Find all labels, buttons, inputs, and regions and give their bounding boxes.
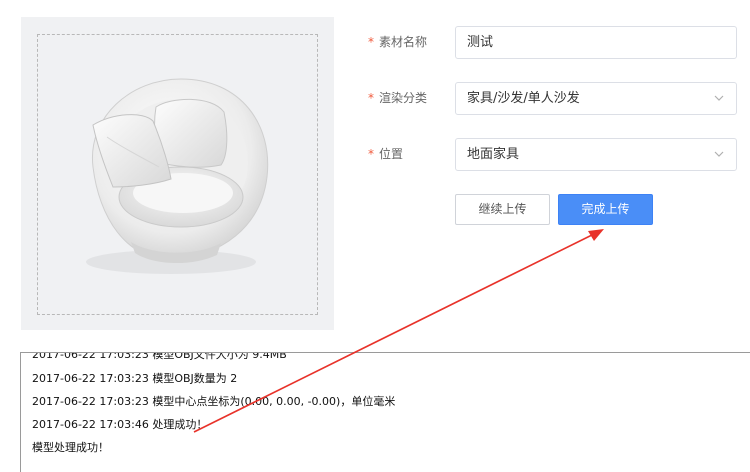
name-label-text: 素材名称 — [379, 35, 428, 49]
log-line: 2017-06-22 17:03:23 模型OBJ数量为 2 — [32, 372, 238, 385]
category-select[interactable]: 家具/沙发/单人沙发 — [455, 82, 737, 115]
name-input[interactable]: 测试 — [455, 26, 737, 59]
log-line: 2017-06-22 17:03:46 处理成功！ — [32, 418, 208, 431]
required-mark: * — [368, 35, 374, 49]
name-input-value: 测试 — [467, 35, 494, 50]
model-preview-panel — [21, 17, 334, 330]
position-select-value: 地面家具 — [467, 147, 520, 162]
log-line: 2017-06-22 17:03:23 模型OBJ文件大小为 9.4MB — [32, 352, 287, 361]
required-mark: * — [368, 147, 374, 161]
log-line: 模型处理成功！ — [32, 441, 109, 454]
chevron-down-icon — [714, 95, 724, 101]
continue-upload-button[interactable]: 继续上传 — [455, 194, 550, 225]
required-mark: * — [368, 91, 374, 105]
chevron-down-icon — [714, 151, 724, 157]
upload-page: * 素材名称 测试 * 渲染分类 家具/沙发/单人沙发 * 位置 地面家具 继续上传 … — [0, 0, 750, 472]
position-select[interactable]: 地面家具 — [455, 138, 737, 171]
category-label: * 渲染分类 — [368, 91, 427, 105]
finish-upload-button[interactable]: 完成上传 — [558, 194, 653, 225]
processing-log-panel: 2017-06-22 17:03:23 模型OBJ文件大小为 9.4MB 201… — [20, 352, 750, 472]
category-label-text: 渲染分类 — [379, 91, 428, 105]
position-label: * 位置 — [368, 147, 403, 161]
category-select-value: 家具/沙发/单人沙发 — [467, 91, 580, 106]
name-label: * 素材名称 — [368, 35, 427, 49]
round-lounge-chair-image — [86, 78, 269, 274]
log-line: 2017-06-22 17:03:23 模型中心点坐标为(0.00, 0.00,… — [32, 395, 396, 408]
position-label-text: 位置 — [379, 147, 404, 161]
